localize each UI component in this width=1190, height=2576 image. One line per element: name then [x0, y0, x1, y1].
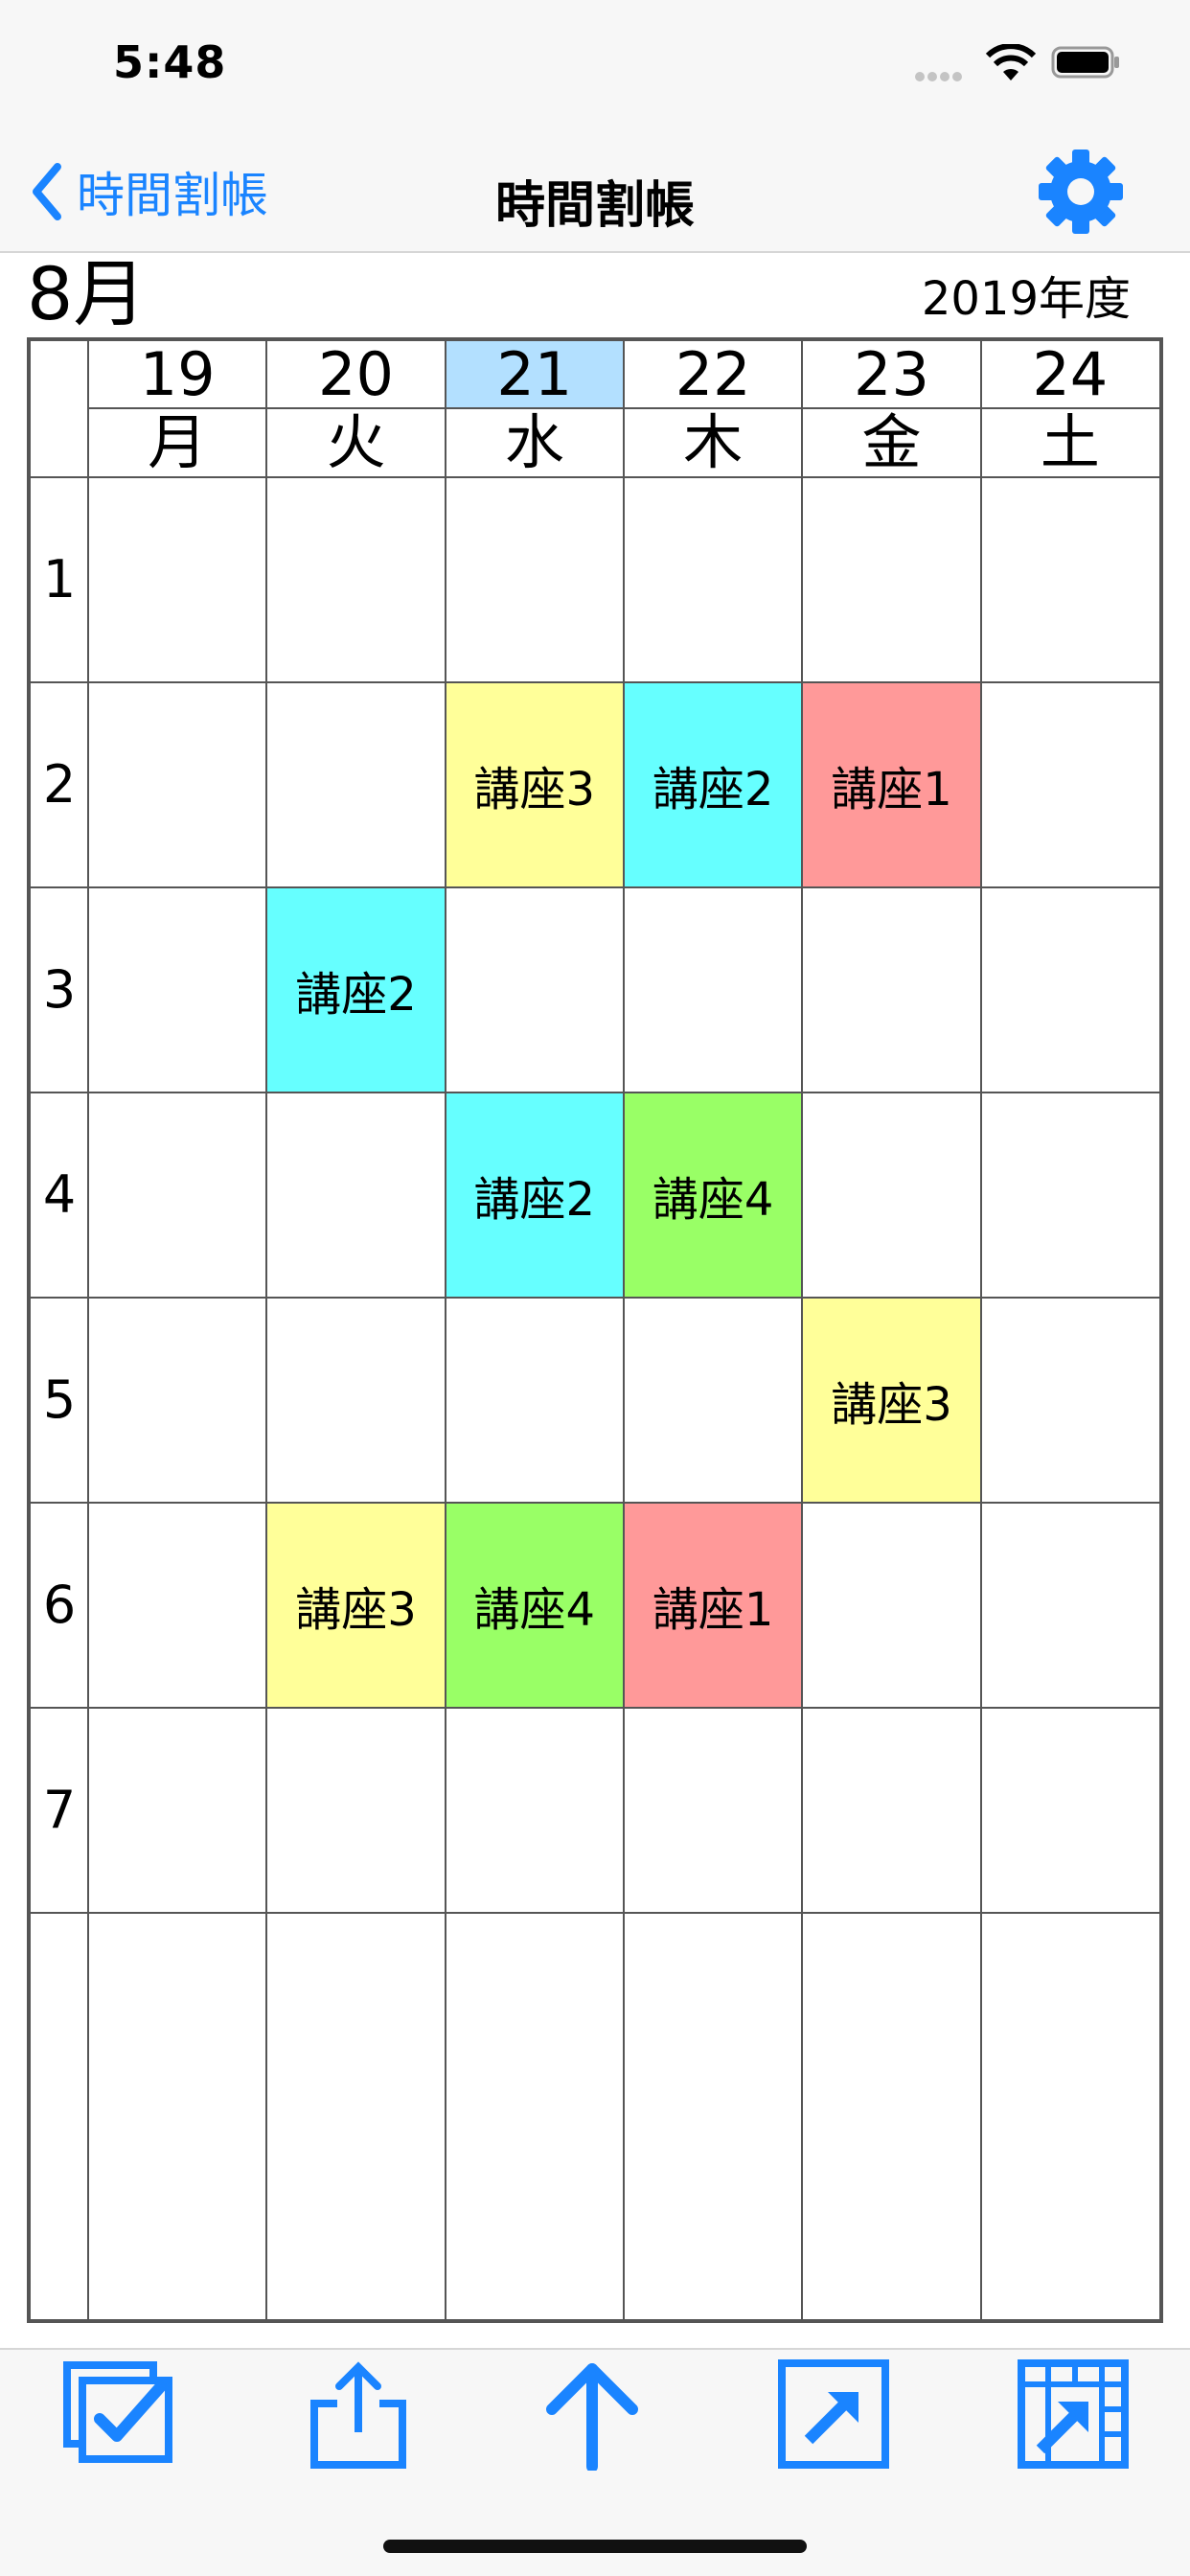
lesson-cell[interactable]: 講座4 — [624, 1092, 803, 1298]
timetable-grid: 19 月 20 火 21 水 22 木 23 金 24 土講座3 講座2 講座1 講座2 講座2 講座4 講座3 講… — [27, 337, 1163, 2323]
day-of-week: 月 — [148, 407, 208, 477]
day-of-week: 水 — [504, 407, 564, 477]
grid-line — [979, 341, 982, 2319]
grid-line — [801, 341, 804, 2319]
day-date: 24 — [1032, 339, 1109, 409]
period-number: 6 — [42, 1575, 77, 1635]
status-time: 5:48 — [113, 36, 227, 88]
fiscal-year-label: 2019年度 — [921, 272, 1131, 326]
grid-line — [31, 1707, 1159, 1709]
period-number: 5 — [42, 1369, 77, 1430]
navigation-bar: 時間割帳 時間割帳 — [0, 126, 1190, 253]
day-of-week: 土 — [1040, 407, 1100, 477]
select-checkbox-icon[interactable] — [61, 2359, 176, 2471]
month-label: 8月 — [27, 251, 147, 336]
period-number: 2 — [42, 754, 77, 815]
period-number: 3 — [42, 959, 77, 1020]
battery-icon — [1051, 46, 1119, 79]
share-icon[interactable] — [301, 2359, 416, 2471]
grid-line — [31, 681, 1159, 683]
lesson-cell[interactable]: 講座3 — [445, 682, 624, 887]
gear-icon[interactable] — [1035, 146, 1127, 238]
grid-line — [265, 341, 268, 2319]
day-of-week: 火 — [326, 407, 386, 477]
status-bar: 5:48 — [0, 0, 1190, 126]
grid-line — [444, 341, 446, 2319]
grid-line — [31, 1912, 1159, 1914]
arrow-up-icon[interactable] — [535, 2359, 650, 2471]
cellular-signal-icon — [915, 67, 965, 85]
wifi-icon — [985, 44, 1037, 80]
timetable-export-icon[interactable] — [1016, 2359, 1131, 2471]
open-external-icon[interactable] — [776, 2359, 891, 2471]
grid-line — [31, 476, 1159, 478]
day-of-week: 金 — [861, 407, 922, 477]
lesson-cell[interactable]: 講座3 — [266, 1503, 446, 1708]
grid-line — [31, 1297, 1159, 1299]
home-indicator — [383, 2540, 807, 2553]
day-of-week: 木 — [683, 407, 744, 477]
day-date: 21 — [445, 341, 624, 408]
lesson-cell[interactable]: 講座2 — [266, 887, 446, 1092]
lesson-cell[interactable]: 講座1 — [802, 682, 981, 887]
day-date: 22 — [675, 339, 751, 409]
day-date: 19 — [139, 339, 216, 409]
grid-line — [87, 341, 89, 2319]
page-title: 時間割帳 — [494, 177, 695, 235]
grid-line — [31, 1502, 1159, 1504]
period-number: 1 — [42, 549, 77, 610]
period-number: 7 — [42, 1780, 77, 1840]
lesson-cell[interactable]: 講座2 — [445, 1092, 624, 1298]
day-date: 23 — [854, 339, 929, 409]
grid-line — [88, 407, 1159, 409]
grid-line — [31, 886, 1159, 888]
lesson-cell[interactable]: 講座3 — [802, 1298, 981, 1503]
period-number: 4 — [42, 1164, 77, 1225]
lesson-cell[interactable]: 講座2 — [624, 682, 803, 887]
lesson-cell[interactable]: 講座4 — [445, 1503, 624, 1708]
day-date: 20 — [318, 339, 394, 409]
lesson-cell[interactable]: 講座1 — [624, 1503, 803, 1708]
grid-line — [31, 1092, 1159, 1093]
grid-line — [623, 341, 625, 2319]
